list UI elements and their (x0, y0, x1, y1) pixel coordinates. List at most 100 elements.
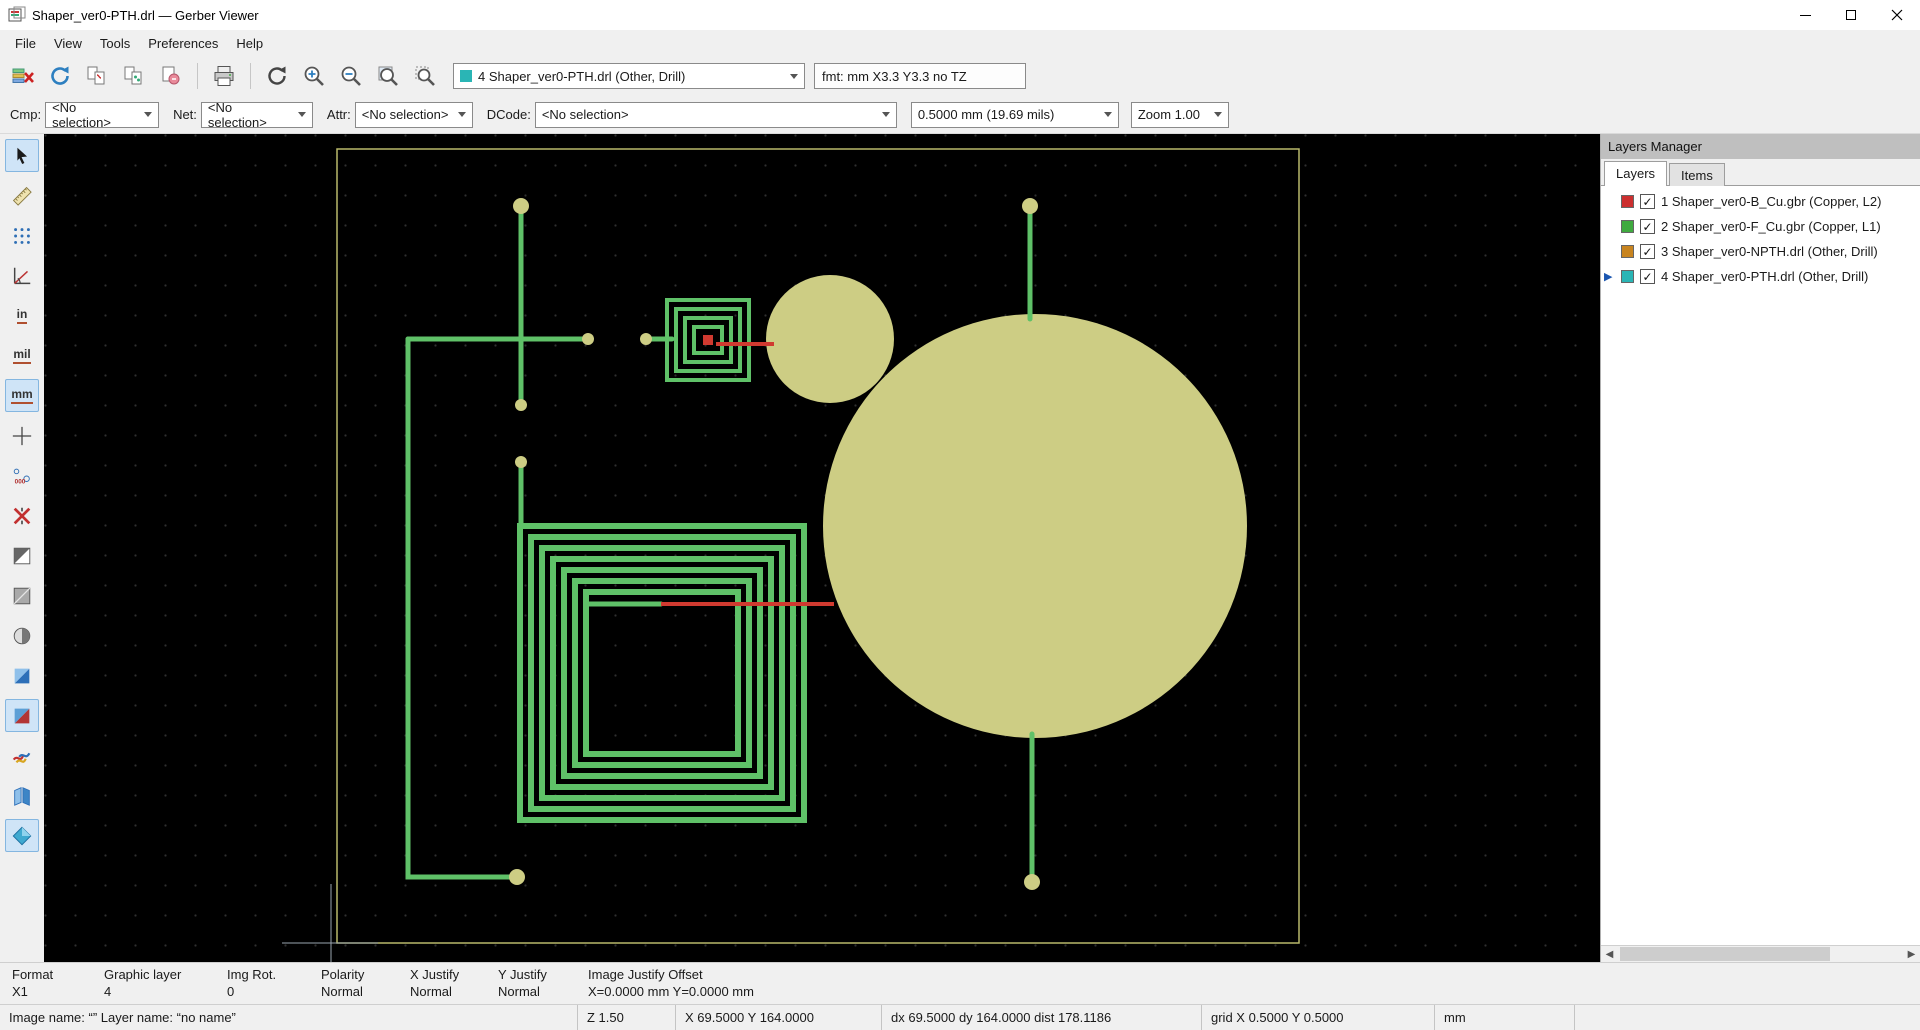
open-zip-file-button[interactable] (154, 60, 188, 92)
chevron-down-icon (1104, 112, 1112, 117)
close-button[interactable] (1874, 0, 1920, 30)
print-button[interactable] (207, 60, 241, 92)
open-drill-file-button[interactable] (117, 60, 151, 92)
tab-layers[interactable]: Layers (1604, 161, 1667, 186)
xor-mode-button[interactable] (5, 659, 39, 692)
zoom-out-icon (339, 64, 363, 88)
negative-objects-button[interactable] (5, 619, 39, 652)
menu-file[interactable]: File (6, 32, 45, 55)
layers-manager-toggle-button[interactable] (5, 819, 39, 852)
layer-row[interactable]: ▶ 3 Shaper_ver0-NPTH.drl (Other, Drill) (1601, 239, 1920, 264)
refresh-view-button[interactable] (260, 60, 294, 92)
layer-color-swatch[interactable] (1621, 270, 1634, 283)
status-bar: Format X1 Graphic layer 4 Img Rot. 0 Pol… (0, 962, 1920, 1004)
layer-row[interactable]: ▶ 2 Shaper_ver0-F_Cu.gbr (Copper, L1) (1601, 214, 1920, 239)
clear-all-layers-button[interactable] (6, 60, 40, 92)
show-dcodes-button[interactable]: 000 (5, 459, 39, 492)
zoom-fit-button[interactable] (371, 60, 405, 92)
zoom-in-button[interactable] (297, 60, 331, 92)
diff-mode-button[interactable] (5, 739, 39, 772)
menu-tools[interactable]: Tools (91, 32, 139, 55)
units-inches-button[interactable]: in (5, 299, 39, 332)
crosshair-cursor-button[interactable] (5, 419, 39, 452)
menu-view[interactable]: View (45, 32, 91, 55)
main-area: in mil mm 000 (0, 134, 1920, 962)
layers-panel-scrollbar[interactable]: ◀ ▶ (1601, 945, 1920, 962)
grid-select[interactable]: 0.5000 mm (19.69 mils) (911, 102, 1119, 128)
status-graphic-layer: Graphic layer 4 (104, 968, 227, 999)
polar-coords-icon (11, 265, 33, 287)
xor-mode-icon (11, 665, 33, 687)
layer-visibility-checkbox[interactable] (1640, 244, 1655, 259)
flashed-sketch-mode-button[interactable] (5, 499, 39, 532)
scroll-left-icon[interactable]: ◀ (1601, 946, 1618, 962)
polygons-sketch-icon (11, 585, 33, 607)
scrollbar-thumb[interactable] (1620, 947, 1830, 961)
layers-manager-panel: Layers Manager Layers Items ▶ 1 Shaper_v… (1600, 134, 1920, 962)
cmp-label: Cmp: (10, 107, 41, 122)
lines-sketch-mode-button[interactable] (5, 539, 39, 572)
open-gerber-file-button[interactable] (80, 60, 114, 92)
gerber-canvas[interactable] (44, 134, 1600, 962)
format-info-text: fmt: mm X3.3 Y3.3 no TZ (822, 69, 967, 84)
layer-row[interactable]: ▶ 1 Shaper_ver0-B_Cu.gbr (Copper, L2) (1601, 189, 1920, 214)
maximize-icon (1846, 10, 1856, 20)
zoom-in-icon (302, 64, 326, 88)
polygons-sketch-mode-button[interactable] (5, 579, 39, 612)
layers-manager-title: Layers Manager (1608, 139, 1702, 154)
info-zoom: Z 1.50 (577, 1005, 675, 1030)
net-select[interactable]: <No selection> (201, 102, 313, 128)
zoom-select[interactable]: Zoom 1.00 (1131, 102, 1229, 128)
scroll-right-icon[interactable]: ▶ (1903, 946, 1920, 962)
attribute-select[interactable]: <No selection> (355, 102, 473, 128)
polar-coords-button[interactable] (5, 259, 39, 292)
svg-text:000: 000 (15, 478, 26, 485)
status-value: X1 (12, 985, 104, 999)
zoom-to-selection-button[interactable] (408, 60, 442, 92)
layer-color-swatch[interactable] (1621, 220, 1634, 233)
minimize-button[interactable] (1782, 0, 1828, 30)
info-bar: Image name: “” Layer name: “no name” Z 1… (0, 1004, 1920, 1030)
maximize-button[interactable] (1828, 0, 1874, 30)
show-dcodes-icon: 000 (11, 465, 33, 487)
status-value: X=0.0000 mm Y=0.0000 mm (588, 985, 754, 999)
zoom-value: Zoom 1.00 (1138, 107, 1200, 122)
dcode-select[interactable]: <No selection> (535, 102, 897, 128)
layers-list: ▶ 1 Shaper_ver0-B_Cu.gbr (Copper, L2) ▶ … (1601, 186, 1920, 945)
layer-color-swatch[interactable] (1621, 245, 1634, 258)
measure-tool-button[interactable] (5, 179, 39, 212)
chevron-down-icon (790, 74, 798, 79)
layer-visibility-checkbox[interactable] (1640, 194, 1655, 209)
status-label: X Justify (410, 968, 498, 982)
grid-icon (11, 225, 33, 247)
select-arrow-button[interactable] (5, 139, 39, 172)
open-drill-icon (122, 64, 146, 88)
layer-label: 2 Shaper_ver0-F_Cu.gbr (Copper, L1) (1661, 219, 1881, 234)
negative-objects-icon (11, 625, 33, 647)
units-mm-button[interactable]: mm (5, 379, 39, 412)
layer-visibility-checkbox[interactable] (1640, 269, 1655, 284)
reload-all-layers-button[interactable] (43, 60, 77, 92)
format-info-field[interactable]: fmt: mm X3.3 Y3.3 no TZ (814, 63, 1026, 89)
layer-visibility-checkbox[interactable] (1640, 219, 1655, 234)
toolbar-separator (197, 63, 198, 89)
image-name-text: Image name: “” Layer name: “no name” (9, 1010, 236, 1025)
high-contrast-mode-button[interactable] (5, 699, 39, 732)
layer-color-swatch[interactable] (1621, 195, 1634, 208)
grid-toggle-button[interactable] (5, 219, 39, 252)
flip-view-button[interactable] (5, 779, 39, 812)
active-layer-select[interactable]: 4 Shaper_ver0-PTH.drl (Other, Drill) (453, 63, 805, 89)
zoom-out-button[interactable] (334, 60, 368, 92)
menu-preferences[interactable]: Preferences (139, 32, 227, 55)
tab-items[interactable]: Items (1669, 163, 1725, 186)
grid-value: 0.5000 mm (19.69 mils) (918, 107, 1055, 122)
print-icon (212, 64, 236, 88)
position-text: X 69.5000 Y 164.0000 (685, 1010, 814, 1025)
scrollbar-track[interactable] (1618, 946, 1903, 962)
units-mils-button[interactable]: mil (5, 339, 39, 372)
relative-position-text: dx 69.5000 dy 164.0000 dist 178.1186 (891, 1010, 1111, 1025)
layer-row-selected[interactable]: ▶ 4 Shaper_ver0-PTH.drl (Other, Drill) (1601, 264, 1920, 289)
component-select[interactable]: <No selection> (45, 102, 159, 128)
status-label: Format (12, 968, 104, 982)
menu-help[interactable]: Help (227, 32, 272, 55)
